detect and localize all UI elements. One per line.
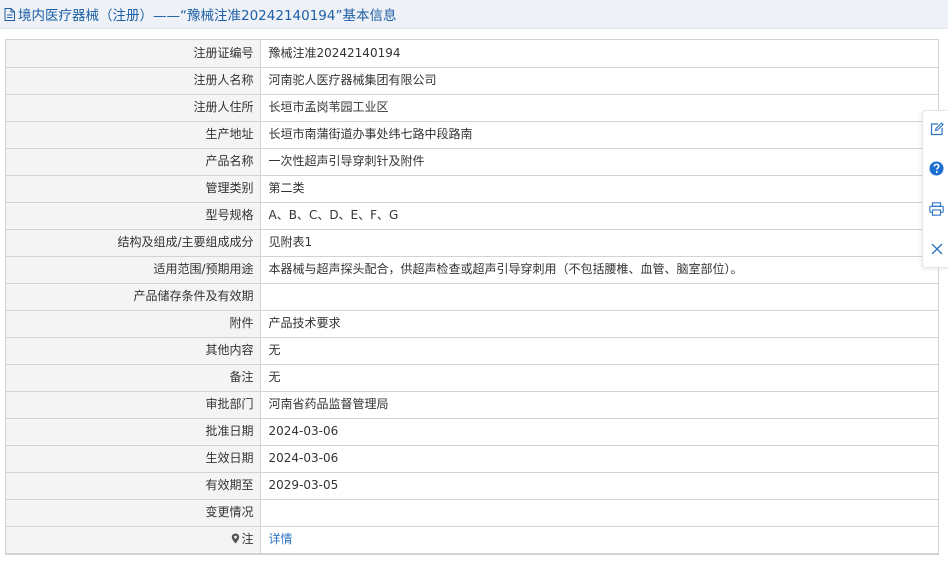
- row-value: 2024-03-06: [259, 444, 938, 473]
- row-value: 本器械与超声探头配合，供超声检查或超声引导穿刺用（不包括腰椎、血管、脑室部位）。: [259, 255, 938, 284]
- table-row: 管理类别 第二类: [6, 174, 938, 203]
- document-icon: [4, 7, 15, 21]
- page-title: 境内医疗器械（注册）——“豫械注准20242140194”基本信息: [18, 8, 397, 24]
- edit-icon[interactable]: [928, 120, 945, 137]
- row-label: 结构及组成/主要组成成分: [6, 228, 261, 257]
- table-row: 注册人名称 河南驼人医疗器械集团有限公司: [6, 66, 938, 95]
- table-row: 适用范围/预期用途 本器械与超声探头配合，供超声检查或超声引导穿刺用（不包括腰椎、…: [6, 255, 938, 284]
- row-label: 批准日期: [6, 417, 261, 446]
- row-value: 一次性超声引导穿刺针及附件: [259, 147, 938, 176]
- table-row: 结构及组成/主要组成成分 见附表1: [6, 228, 938, 257]
- row-value: 长垣市孟岗苇园工业区: [259, 93, 938, 122]
- table-row: 审批部门 河南省药品监督管理局: [6, 390, 938, 419]
- details-link[interactable]: 详情: [269, 532, 293, 546]
- pin-icon: [231, 533, 240, 544]
- table-row: 产品储存条件及有效期: [6, 282, 938, 311]
- row-label: 注: [6, 525, 261, 554]
- row-label: 审批部门: [6, 390, 261, 419]
- row-label: 附件: [6, 309, 261, 338]
- table-row: 注册人住所 长垣市孟岗苇园工业区: [6, 93, 938, 122]
- row-value: A、B、C、D、E、F、G: [259, 201, 938, 230]
- row-label: 生效日期: [6, 444, 261, 473]
- row-label: 生产地址: [6, 120, 261, 149]
- row-value: 长垣市南蒲街道办事处纬七路中段路南: [259, 120, 938, 149]
- row-value: [259, 282, 938, 311]
- side-toolbar: [922, 110, 948, 268]
- row-label: 注册人住所: [6, 93, 261, 122]
- row-value: 无: [259, 336, 938, 365]
- row-value: 河南驼人医疗器械集团有限公司: [259, 66, 938, 95]
- row-value: 详情: [259, 525, 938, 554]
- row-value: [259, 498, 938, 527]
- row-label: 其他内容: [6, 336, 261, 365]
- table-row: 注 详情: [6, 525, 938, 554]
- close-icon[interactable]: [928, 240, 945, 257]
- row-label: 管理类别: [6, 174, 261, 203]
- print-icon[interactable]: [928, 200, 945, 217]
- table-row: 其他内容无: [6, 336, 938, 365]
- table-row: 备注无: [6, 363, 938, 392]
- row-label: 备注: [6, 363, 261, 392]
- row-label: 产品储存条件及有效期: [6, 282, 261, 311]
- row-value: 河南省药品监督管理局: [259, 390, 938, 419]
- row-label: 注册人名称: [6, 66, 261, 95]
- help-icon[interactable]: [928, 160, 945, 177]
- row-label: 适用范围/预期用途: [6, 255, 261, 284]
- row-value: 2024-03-06: [259, 417, 938, 446]
- table-row: 生效日期 2024-03-06: [6, 444, 938, 473]
- row-label: 型号规格: [6, 201, 261, 230]
- info-table: 注册证编号 豫械注准20242140194 注册人名称 河南驼人医疗器械集团有限公司注…: [5, 39, 939, 555]
- row-label: 有效期至: [6, 471, 261, 500]
- table-row: 型号规格 A、B、C、D、E、F、G: [6, 201, 938, 230]
- table-row: 产品名称 一次性超声引导穿刺针及附件: [6, 147, 938, 176]
- table-row: 附件 产品技术要求: [6, 309, 938, 338]
- table-row: 变更情况: [6, 498, 938, 527]
- note-label: 注: [241, 532, 254, 546]
- row-label: 变更情况: [6, 498, 261, 527]
- row-value: 第二类: [259, 174, 938, 203]
- row-value: 豫械注准20242140194: [259, 40, 938, 68]
- page-title-bar: 境内医疗器械（注册）——“豫械注准20242140194”基本信息: [0, 0, 948, 29]
- table-row: 批准日期 2024-03-06: [6, 417, 938, 446]
- table-row: 生产地址 长垣市南蒲街道办事处纬七路中段路南: [6, 120, 938, 149]
- row-value: 2029-03-05: [259, 471, 938, 500]
- row-label: 产品名称: [6, 147, 261, 176]
- table-row: 注册证编号 豫械注准20242140194: [6, 40, 938, 68]
- row-value: 无: [259, 363, 938, 392]
- row-label: 注册证编号: [6, 40, 261, 68]
- row-value: 见附表1: [259, 228, 938, 257]
- row-value: 产品技术要求: [259, 309, 938, 338]
- table-row: 有效期至 2029-03-05: [6, 471, 938, 500]
